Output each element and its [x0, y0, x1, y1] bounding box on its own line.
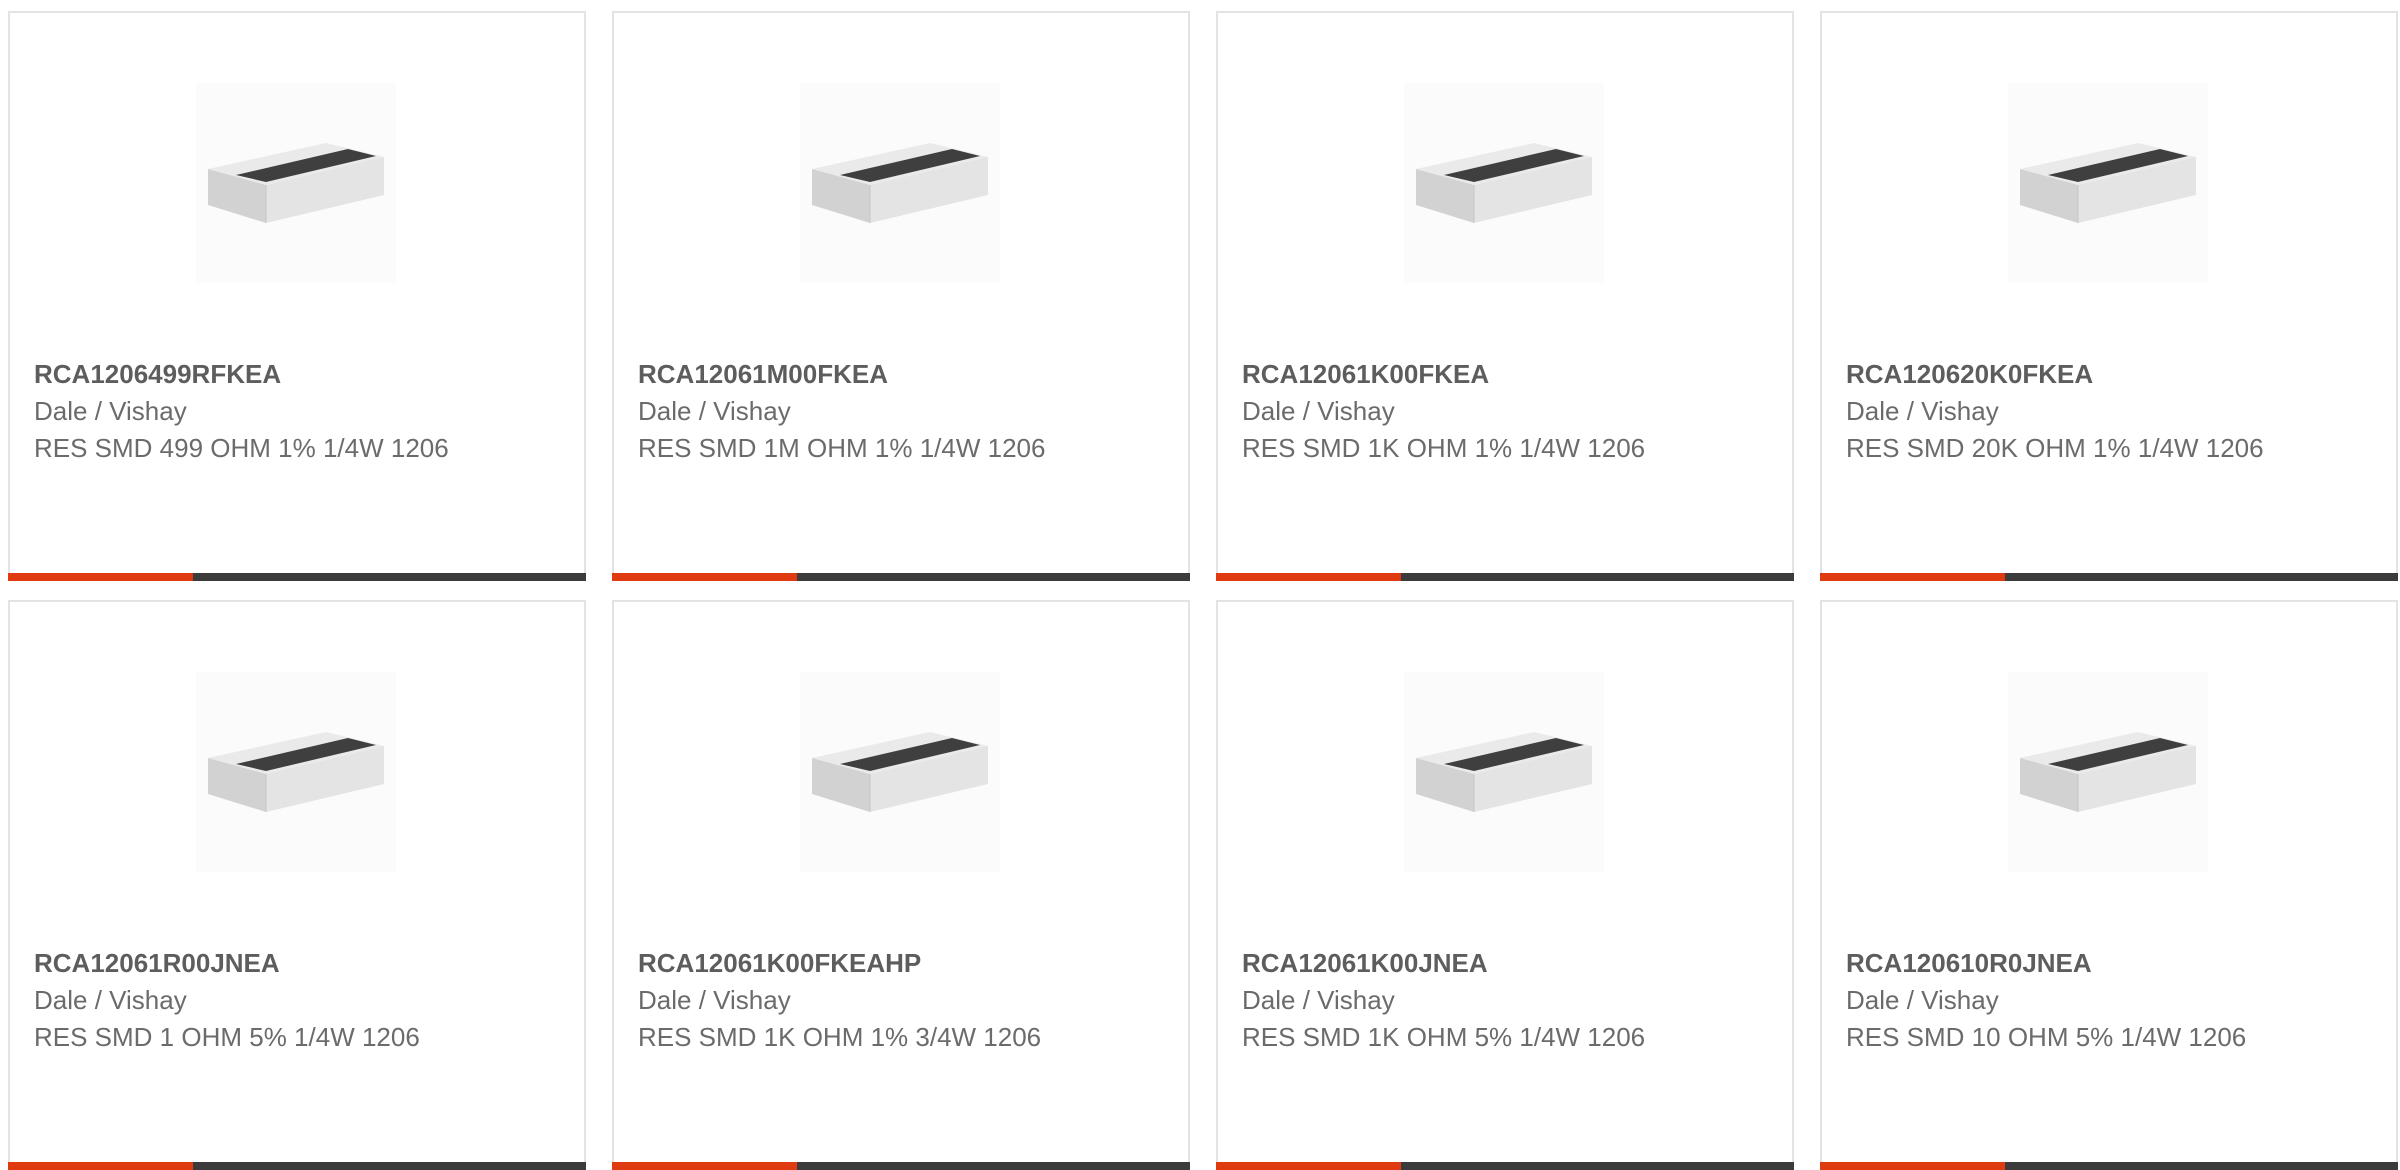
- part-number[interactable]: RCA1206499RFKEA: [34, 356, 474, 393]
- product-card[interactable]: RCA12061R00JNEA Dale / Vishay RES SMD 1 …: [8, 600, 586, 1170]
- manufacturer: Dale / Vishay: [638, 985, 791, 1015]
- product-card[interactable]: RCA12061K00FKEA Dale / Vishay RES SMD 1K…: [1216, 11, 1794, 581]
- card-accent-bar: [8, 1162, 193, 1170]
- part-number[interactable]: RCA12061M00FKEA: [638, 356, 1078, 393]
- product-card[interactable]: RCA1206499RFKEA Dale / Vishay RES SMD 49…: [8, 11, 586, 581]
- card-accent-bar: [612, 573, 797, 581]
- description: RES SMD 1K OHM 1% 1/4W 1206: [1242, 433, 1646, 463]
- description: RES SMD 1K OHM 1% 3/4W 1206: [638, 1022, 1042, 1052]
- card-bottom-bar: [8, 1162, 586, 1170]
- card-accent-bar: [1216, 1162, 1401, 1170]
- card-bottom-bar: [1820, 573, 2398, 581]
- product-card[interactable]: RCA12061K00FKEAHP Dale / Vishay RES SMD …: [612, 600, 1190, 1170]
- manufacturer: Dale / Vishay: [638, 396, 791, 426]
- card-accent-bar: [1216, 573, 1401, 581]
- part-number[interactable]: RCA120610R0JNEA: [1846, 945, 2286, 982]
- manufacturer: Dale / Vishay: [1242, 396, 1395, 426]
- description: RES SMD 1M OHM 1% 1/4W 1206: [638, 433, 1046, 463]
- card-accent-bar: [1820, 573, 2005, 581]
- description: RES SMD 1 OHM 5% 1/4W 1206: [34, 1022, 420, 1052]
- resistor-chip-icon: [1404, 672, 1604, 872]
- resistor-chip-icon: [2008, 672, 2208, 872]
- product-card[interactable]: RCA120610R0JNEA Dale / Vishay RES SMD 10…: [1820, 600, 2398, 1170]
- part-number[interactable]: RCA12061K00FKEAHP: [638, 945, 1078, 982]
- description: RES SMD 499 OHM 1% 1/4W 1206: [34, 433, 449, 463]
- product-card[interactable]: RCA12061K00JNEA Dale / Vishay RES SMD 1K…: [1216, 600, 1794, 1170]
- resistor-chip-icon: [2008, 83, 2208, 283]
- manufacturer: Dale / Vishay: [1846, 396, 1999, 426]
- card-bottom-bar: [1216, 1162, 1794, 1170]
- manufacturer: Dale / Vishay: [1846, 985, 1999, 1015]
- part-number[interactable]: RCA12061K00JNEA: [1242, 945, 1682, 982]
- part-number[interactable]: RCA12061K00FKEA: [1242, 356, 1682, 393]
- description: RES SMD 20K OHM 1% 1/4W 1206: [1846, 433, 2264, 463]
- card-accent-bar: [1820, 1162, 2005, 1170]
- product-grid: RCA1206499RFKEA Dale / Vishay RES SMD 49…: [0, 0, 2400, 1170]
- manufacturer: Dale / Vishay: [34, 985, 187, 1015]
- product-card[interactable]: RCA12061M00FKEA Dale / Vishay RES SMD 1M…: [612, 11, 1190, 581]
- product-card[interactable]: RCA120620K0FKEA Dale / Vishay RES SMD 20…: [1820, 11, 2398, 581]
- resistor-chip-icon: [800, 672, 1000, 872]
- card-accent-bar: [612, 1162, 797, 1170]
- card-accent-bar: [8, 573, 193, 581]
- resistor-chip-icon: [196, 83, 396, 283]
- part-number[interactable]: RCA120620K0FKEA: [1846, 356, 2286, 393]
- description: RES SMD 10 OHM 5% 1/4W 1206: [1846, 1022, 2247, 1052]
- part-number[interactable]: RCA12061R00JNEA: [34, 945, 474, 982]
- resistor-chip-icon: [800, 83, 1000, 283]
- card-bottom-bar: [612, 1162, 1190, 1170]
- card-bottom-bar: [8, 573, 586, 581]
- card-bottom-bar: [612, 573, 1190, 581]
- card-bottom-bar: [1216, 573, 1794, 581]
- manufacturer: Dale / Vishay: [1242, 985, 1395, 1015]
- card-bottom-bar: [1820, 1162, 2398, 1170]
- resistor-chip-icon: [1404, 83, 1604, 283]
- description: RES SMD 1K OHM 5% 1/4W 1206: [1242, 1022, 1646, 1052]
- resistor-chip-icon: [196, 672, 396, 872]
- manufacturer: Dale / Vishay: [34, 396, 187, 426]
